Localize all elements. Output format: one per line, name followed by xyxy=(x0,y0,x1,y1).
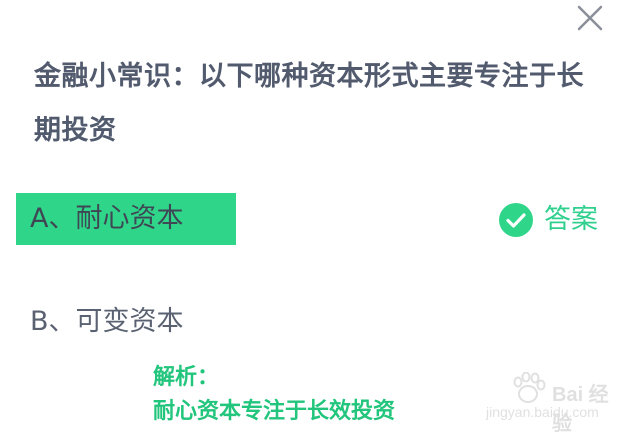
watermark: Bai 经验 jingyan.baidu.com xyxy=(486,370,626,436)
answer-badge[interactable]: 答案 xyxy=(498,200,598,240)
analysis-title: 解析： xyxy=(153,365,220,390)
watermark-url: jingyan.baidu.com xyxy=(486,404,599,420)
close-icon[interactable] xyxy=(574,2,606,34)
option-a[interactable]: A、耐心资本 xyxy=(16,193,236,245)
question-text: 金融小常识：以下哪种资本形式主要专注于长期投资 xyxy=(34,61,584,146)
check-circle-icon xyxy=(499,203,533,237)
option-b[interactable]: B、可变资本 xyxy=(30,296,184,348)
analysis-text: 耐心资本专注于长效投资 xyxy=(153,399,396,424)
paw-logo xyxy=(513,372,546,403)
answer-label: 答案 xyxy=(544,204,598,235)
